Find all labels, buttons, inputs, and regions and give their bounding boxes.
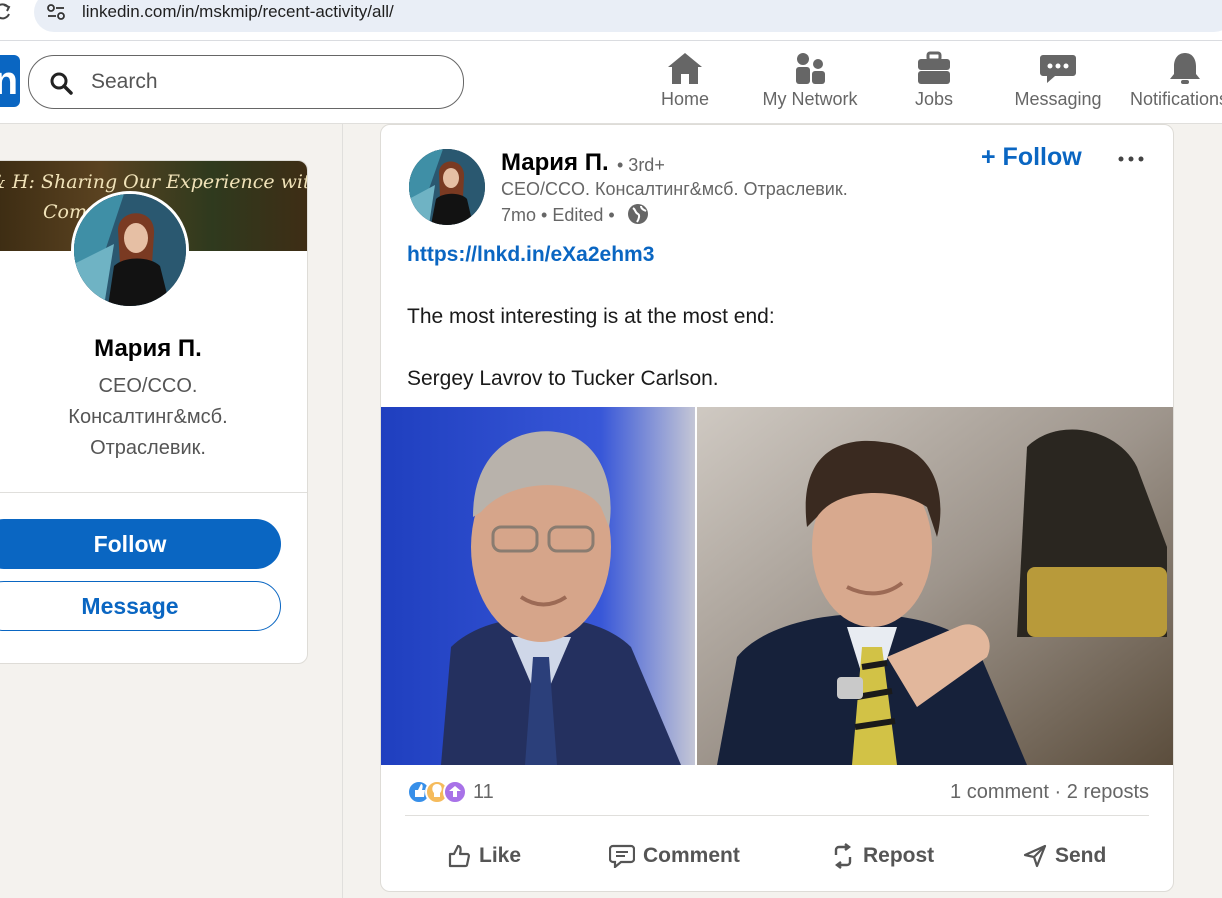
comments-reposts-count[interactable]: 1 comment · 2 reposts bbox=[950, 781, 1149, 804]
nav-messaging[interactable]: Messaging bbox=[1008, 51, 1108, 117]
nav-home[interactable]: Home bbox=[640, 51, 730, 117]
search-placeholder: Search bbox=[91, 70, 158, 93]
actions-divider bbox=[405, 815, 1149, 816]
global-nav: n Search Home My Network Jobs Messaging … bbox=[0, 41, 1222, 124]
post-image[interactable] bbox=[381, 407, 1173, 765]
globe-icon bbox=[628, 204, 648, 224]
card-divider bbox=[0, 492, 307, 493]
post-author-avatar[interactable] bbox=[409, 149, 485, 225]
post-author-headline: CEO/CCO. Консалтинг&мсб. Отраслевик. bbox=[501, 179, 848, 199]
bell-icon bbox=[1170, 53, 1200, 84]
linkedin-logo[interactable]: n bbox=[0, 55, 20, 107]
post-meta: 7mo • Edited • bbox=[501, 205, 615, 225]
messaging-icon bbox=[1040, 55, 1076, 83]
more-options-icon[interactable] bbox=[1117, 145, 1145, 173]
profile-avatar[interactable] bbox=[71, 191, 189, 309]
like-button[interactable]: Like bbox=[447, 839, 521, 873]
site-info-icon[interactable] bbox=[46, 3, 66, 21]
home-icon bbox=[668, 53, 702, 84]
nav-jobs-label: Jobs bbox=[914, 89, 954, 109]
repost-icon bbox=[834, 843, 852, 869]
nav-jobs[interactable]: Jobs bbox=[890, 51, 978, 117]
url-text[interactable]: linkedin.com/in/mskmip/recent-activity/a… bbox=[82, 2, 394, 22]
connection-degree: • 3rd+ bbox=[617, 155, 665, 175]
search-icon bbox=[50, 72, 73, 95]
nav-home-label: Home bbox=[660, 89, 709, 109]
nav-my-network-label: My Network bbox=[762, 89, 858, 109]
post-image-right bbox=[697, 407, 1173, 765]
comment-button[interactable]: Comment bbox=[609, 839, 740, 873]
column-divider bbox=[342, 124, 343, 898]
post-card: Мария П. • 3rd+ CEO/CCO. Консалтинг&мсб.… bbox=[380, 124, 1174, 892]
send-button[interactable]: Send bbox=[1023, 839, 1106, 873]
network-icon bbox=[796, 53, 825, 84]
profile-name[interactable]: Мария П. bbox=[0, 335, 307, 363]
follow-button[interactable]: Follow bbox=[0, 519, 281, 569]
nav-my-network[interactable]: My Network bbox=[752, 51, 868, 117]
post-author-name[interactable]: Мария П. bbox=[501, 149, 609, 177]
profile-headline: CEO/CCO. Консалтинг&мсб. Отраслевик. bbox=[68, 375, 228, 459]
repost-button[interactable]: Repost bbox=[831, 839, 934, 873]
like-icon bbox=[448, 844, 470, 868]
post-link[interactable]: https://lnkd.in/eXa2ehm3 bbox=[407, 243, 654, 267]
nav-messaging-label: Messaging bbox=[1014, 89, 1102, 109]
send-label: Send bbox=[1055, 844, 1107, 867]
reactions-count[interactable]: 11 bbox=[473, 781, 494, 804]
nav-notifications[interactable]: Notifications bbox=[1130, 51, 1222, 117]
search-input[interactable]: Search bbox=[28, 55, 464, 109]
post-text-line1: The most interesting is at the most end: bbox=[407, 305, 775, 328]
message-button[interactable]: Message bbox=[0, 581, 281, 631]
post-follow-button[interactable]: + Follow bbox=[981, 143, 1082, 172]
comment-icon bbox=[609, 844, 635, 868]
send-icon bbox=[1023, 844, 1047, 868]
banner-text-line1: & H: Sharing Our Experience with bbox=[0, 171, 308, 193]
post-text-line2: Sergey Lavrov to Tucker Carlson. bbox=[407, 367, 719, 390]
post-image-left bbox=[381, 407, 695, 765]
like-label: Like bbox=[479, 844, 522, 867]
reactions-icons[interactable] bbox=[407, 779, 467, 805]
nav-notifications-label: Notifications bbox=[1130, 89, 1222, 109]
briefcase-icon bbox=[918, 51, 950, 84]
reload-icon[interactable] bbox=[0, 2, 12, 22]
profile-card: & H: Sharing Our Experience with Com Peo… bbox=[0, 160, 308, 664]
browser-address-bar: linkedin.com/in/mskmip/recent-activity/a… bbox=[0, 0, 1222, 41]
comment-label: Comment bbox=[643, 844, 740, 867]
repost-label: Repost bbox=[863, 844, 935, 867]
